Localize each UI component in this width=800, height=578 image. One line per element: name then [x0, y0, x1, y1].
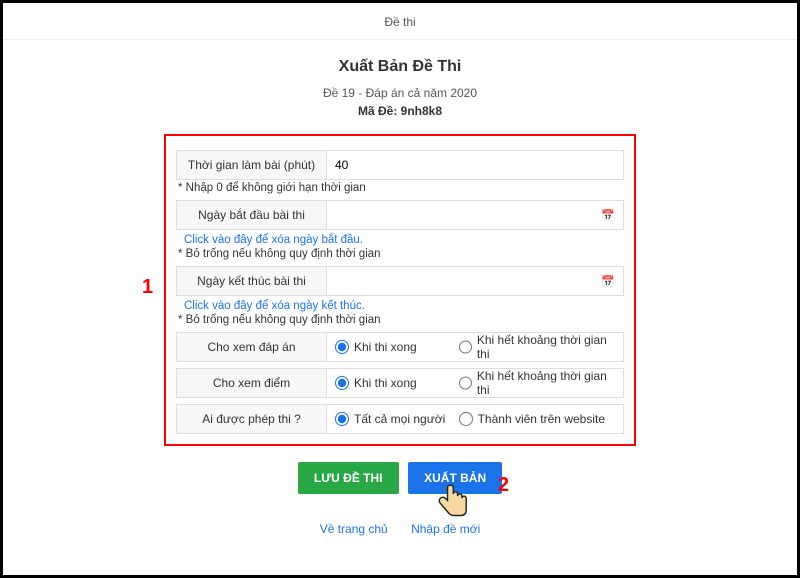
who-opt2[interactable]: Thành viên trên website: [459, 412, 605, 426]
home-link[interactable]: Về trang chủ: [320, 522, 388, 536]
duration-row: Thời gian làm bài (phút): [176, 150, 624, 180]
who-opt1-label: Tất cả mọi người: [354, 412, 445, 426]
clear-end-link[interactable]: Click vào đây để xóa ngày kết thúc.: [184, 300, 365, 312]
calendar-icon[interactable]: 📅: [601, 275, 615, 288]
show-score-opt2[interactable]: Khi hết khoảng thời gian thi: [459, 369, 615, 397]
end-date-label: Ngày kết thúc bài thi: [177, 267, 327, 295]
app-frame: Đề thi Xuất Bản Đề Thi Đề 19 - Đáp án cả…: [0, 0, 800, 578]
page: Đề thi Xuất Bản Đề Thi Đề 19 - Đáp án cả…: [3, 11, 797, 567]
duration-label: Thời gian làm bài (phút): [177, 151, 327, 179]
form-highlight: 1 Thời gian làm bài (phút) * Nhập 0 để k…: [164, 134, 636, 446]
button-row: LƯU ĐỀ THI XUẤT BẢN: [3, 462, 797, 494]
show-score-opt2-label: Khi hết khoảng thời gian thi: [477, 369, 615, 397]
page-title: Xuất Bản Đề Thi: [3, 58, 797, 76]
duration-note: * Nhập 0 để không giới hạn thời gian: [178, 182, 624, 194]
show-answer-opt1[interactable]: Khi thi xong: [335, 340, 453, 354]
show-score-opt1[interactable]: Khi thi xong: [335, 376, 453, 390]
start-date-label: Ngày bắt đầu bài thi: [177, 201, 327, 229]
show-answer-opt2-label: Khi hết khoảng thời gian thi: [477, 333, 615, 361]
start-note: * Bỏ trống nếu không quy định thời gian: [178, 248, 624, 260]
end-note: * Bỏ trống nếu không quy định thời gian: [178, 314, 624, 326]
step-1-marker: 1: [142, 276, 153, 299]
breadcrumb: Đề thi: [3, 11, 797, 40]
exam-code: Mã Đề: 9nh8k8: [3, 104, 797, 118]
step-2-marker: 2: [498, 474, 509, 497]
show-answer-opt2[interactable]: Khi hết khoảng thời gian thi: [459, 333, 615, 361]
show-answer-row: Cho xem đáp án Khi thi xong Khi hết khoả…: [176, 332, 624, 362]
who-opt1[interactable]: Tất cả mọi người: [335, 412, 453, 426]
show-answer-label: Cho xem đáp án: [177, 333, 327, 361]
duration-input[interactable]: [335, 152, 615, 178]
calendar-icon[interactable]: 📅: [601, 209, 615, 222]
show-score-row: Cho xem điểm Khi thi xong Khi hết khoảng…: [176, 368, 624, 398]
end-date-input[interactable]: [335, 268, 601, 294]
publish-button[interactable]: XUẤT BẢN: [408, 462, 502, 494]
show-score-label: Cho xem điểm: [177, 369, 327, 397]
show-answer-opt1-label: Khi thi xong: [354, 340, 417, 354]
subtitle: Đề 19 - Đáp án cả năm 2020: [3, 86, 797, 100]
start-date-row: Ngày bắt đầu bài thi 📅: [176, 200, 624, 230]
footer-links: Về trang chủ Nhập đề mới: [3, 522, 797, 536]
end-date-row: Ngày kết thúc bài thi 📅: [176, 266, 624, 296]
clear-start-link[interactable]: Click vào đây để xóa ngày bắt đầu.: [184, 234, 363, 246]
exam-code-label: Mã Đề:: [358, 104, 397, 118]
save-button[interactable]: LƯU ĐỀ THI: [298, 462, 399, 494]
who-row: Ai được phép thi ? Tất cả mọi người Thàn…: [176, 404, 624, 434]
show-score-opt1-label: Khi thi xong: [354, 376, 417, 390]
input-new-link[interactable]: Nhập đề mới: [411, 522, 480, 536]
who-opt2-label: Thành viên trên website: [478, 412, 605, 426]
start-date-input[interactable]: [335, 202, 601, 228]
who-label: Ai được phép thi ?: [177, 405, 327, 433]
exam-code-value: 9nh8k8: [401, 104, 442, 118]
